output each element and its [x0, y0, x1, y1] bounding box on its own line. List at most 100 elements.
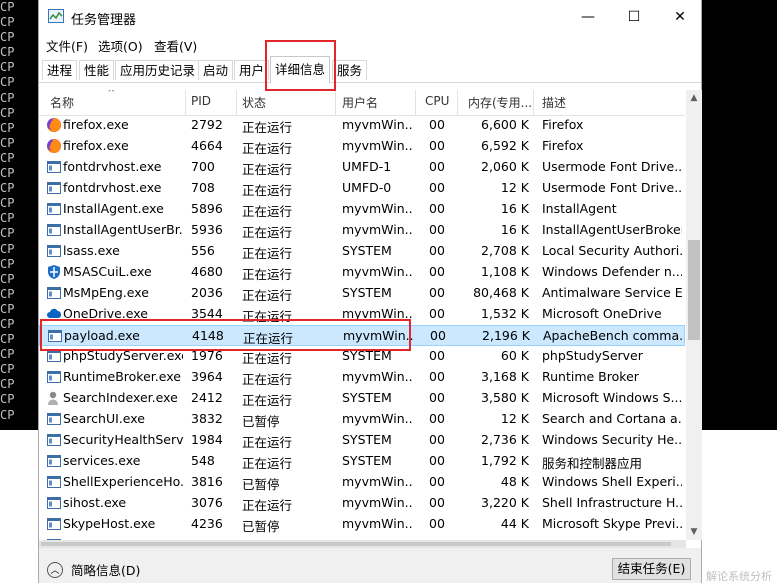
console-line: CP — [0, 166, 15, 181]
process-username: myvmWin... — [342, 369, 412, 384]
table-row[interactable]: fontdrvhost.exe 700 正在运行 UMFD-1 00 2,060 K Use… — [39, 157, 685, 178]
column-divider[interactable] — [236, 90, 237, 115]
column-divider[interactable] — [457, 90, 458, 115]
process-username: myvmWin... — [342, 306, 412, 321]
col-memory[interactable]: 内存(专用... — [468, 94, 532, 111]
table-row[interactable]: InstallAgent.exe 5896 正在运行 myvmWin... 00 16 K… — [39, 199, 685, 220]
col-description[interactable]: 描述 — [542, 94, 566, 111]
process-description: Firefox — [542, 138, 584, 153]
process-username: myvmWin... — [343, 328, 413, 343]
table-row[interactable]: firefox.exe 4664 正在运行 myvmWin... 00 6,592 K Fi… — [39, 136, 685, 157]
horizontal-scroll-thumb[interactable] — [41, 542, 671, 546]
process-pid: 708 — [191, 180, 215, 195]
table-row[interactable]: phpStudyServer.exe 1976 正在运行 SYSTEM 00 60 K ph… — [39, 346, 685, 367]
table-row[interactable]: MsMpEng.exe 2036 正在运行 SYSTEM 00 80,468 K Antim… — [39, 283, 685, 304]
menu-view[interactable]: 查看(V) — [154, 36, 197, 55]
col-username[interactable]: 用户名 — [342, 94, 378, 111]
column-divider[interactable] — [335, 90, 336, 115]
table-row[interactable]: fontdrvhost.exe 708 正在运行 UMFD-0 00 12 K Usermo… — [39, 178, 685, 199]
process-status: 正在运行 — [242, 309, 293, 324]
process-pid: 4664 — [191, 138, 223, 153]
process-name: MSASCuiL.exe — [63, 264, 152, 279]
tab-processes[interactable]: 进程 — [42, 60, 78, 80]
process-description: ApacheBench comma... — [543, 328, 683, 343]
table-row[interactable]: OneDrive.exe 3544 正在运行 myvmWin... 00 1,532 K M… — [39, 304, 685, 325]
background-console: CP CP CP CP CP CP CP CP CP CP CP CP CP CP CP CP CP CP CP CP… — [0, 0, 40, 430]
menu-file[interactable]: 文件(F) — [46, 36, 88, 55]
table-row[interactable]: SkypeHost.exe 4236 已暂停 myvmWin... 00 44 K Micr… — [39, 514, 685, 535]
process-name: ShellExperienceHo... — [63, 474, 183, 489]
tab-details[interactable]: 详细信息 — [270, 56, 331, 83]
onedrive-cloud-icon — [46, 306, 62, 322]
console-line: CP — [0, 226, 15, 241]
process-status: 已暂停 — [242, 519, 280, 534]
table-row[interactable]: services.exe 548 正在运行 SYSTEM 00 1,792 K 服务和控制器… — [39, 451, 685, 472]
table-row[interactable]: InstallAgentUserBr... 5936 正在运行 myvmWin... 0… — [39, 220, 685, 241]
process-memory: 80,468 K — [473, 285, 529, 300]
table-row[interactable]: payload.exe 4148 正在运行 myvmWin... 00 2,196 K Ap… — [39, 325, 685, 346]
sort-ascending-icon: ^ — [107, 90, 116, 99]
process-memory: 1,108 K — [481, 264, 529, 279]
process-pid: 3544 — [191, 306, 223, 321]
table-row[interactable]: RuntimeBroker.exe 3964 正在运行 myvmWin... 00 3,1… — [39, 367, 685, 388]
app-window-icon — [46, 243, 62, 259]
tab-performance[interactable]: 性能 — [79, 60, 115, 80]
title-bar[interactable]: 任务管理器 — ☐ ✕ — [39, 0, 701, 34]
process-name: lsass.exe — [63, 243, 120, 258]
scroll-up-arrow-icon[interactable]: ▲ — [686, 90, 702, 106]
console-line: CP — [0, 15, 15, 30]
tab-app-history[interactable]: 应用历史记录 — [115, 60, 201, 80]
table-row[interactable]: sihost.exe 3076 正在运行 myvmWin... 00 3,220 K She… — [39, 493, 685, 514]
column-divider[interactable] — [415, 90, 416, 115]
console-line: CP — [0, 30, 15, 45]
process-status: 正在运行 — [242, 225, 293, 240]
process-username: SYSTEM — [342, 243, 392, 258]
tab-users[interactable]: 用户 — [234, 60, 270, 80]
col-pid[interactable]: PID — [191, 94, 211, 108]
console-line: CP — [0, 105, 15, 120]
table-row[interactable]: MSASCuiL.exe 4680 正在运行 myvmWin... 00 1,108 K W… — [39, 262, 685, 283]
process-memory: 48 K — [500, 474, 529, 489]
col-status[interactable]: 状态 — [242, 94, 266, 111]
fewer-details-button[interactable]: ︿ 简略信息(D) — [47, 560, 140, 579]
close-button[interactable]: ✕ — [657, 0, 703, 34]
end-task-button[interactable]: 结束任务(E) — [612, 558, 691, 580]
process-pid: 4236 — [191, 516, 223, 531]
scroll-down-arrow-icon[interactable]: ▼ — [686, 524, 702, 540]
process-pid: 2036 — [191, 285, 223, 300]
process-pid: 5896 — [191, 201, 223, 216]
process-cpu: 00 — [429, 411, 445, 426]
process-cpu: 00 — [429, 138, 445, 153]
menu-options[interactable]: 选项(O) — [98, 36, 143, 55]
tab-startup[interactable]: 启动 — [198, 60, 234, 80]
firefox-icon — [46, 117, 62, 133]
process-memory: 3,168 K — [481, 369, 529, 384]
table-row[interactable]: SearchIndexer.exe 2412 正在运行 SYSTEM 00 3,580 K… — [39, 388, 685, 409]
console-line: CP — [0, 271, 15, 286]
tab-services[interactable]: 服务 — [332, 60, 368, 80]
minimize-button[interactable]: — — [565, 0, 611, 34]
console-line: CP — [0, 211, 15, 226]
table-row[interactable]: SearchUI.exe 3832 已暂停 myvmWin... 00 12 K Searc… — [39, 409, 685, 430]
table-row[interactable]: ShellExperienceHo... 3816 已暂停 myvmWin... 00 4… — [39, 472, 685, 493]
maximize-button[interactable]: ☐ — [611, 0, 657, 34]
process-status: 正在运行 — [242, 372, 293, 387]
console-line: CP — [0, 196, 15, 211]
scroll-thumb[interactable] — [688, 240, 700, 340]
process-status: 正在运行 — [242, 435, 293, 450]
column-divider[interactable] — [533, 90, 534, 115]
col-cpu[interactable]: CPU — [425, 94, 449, 108]
process-description: Windows Security He... — [542, 432, 682, 447]
process-pid: 1976 — [191, 348, 223, 363]
table-row[interactable]: lsass.exe 556 正在运行 SYSTEM 00 2,708 K Local Sec… — [39, 241, 685, 262]
column-divider[interactable] — [185, 90, 186, 115]
table-row[interactable]: firefox.exe 2792 正在运行 myvmWin... 00 6,600 K Fi… — [39, 115, 685, 136]
col-name[interactable]: 名称 — [50, 94, 74, 111]
vertical-scrollbar[interactable]: ▲ ▼ — [686, 90, 702, 540]
process-description: Firefox — [542, 117, 584, 132]
table-row[interactable]: SecurityHealthServi... 1984 正在运行 SYSTEM 00 2,… — [39, 430, 685, 451]
process-description: InstallAgentUserBroker — [542, 222, 682, 237]
console-line: CP — [0, 332, 15, 347]
app-window-icon — [46, 369, 62, 385]
horizontal-scrollbar[interactable] — [39, 540, 686, 548]
